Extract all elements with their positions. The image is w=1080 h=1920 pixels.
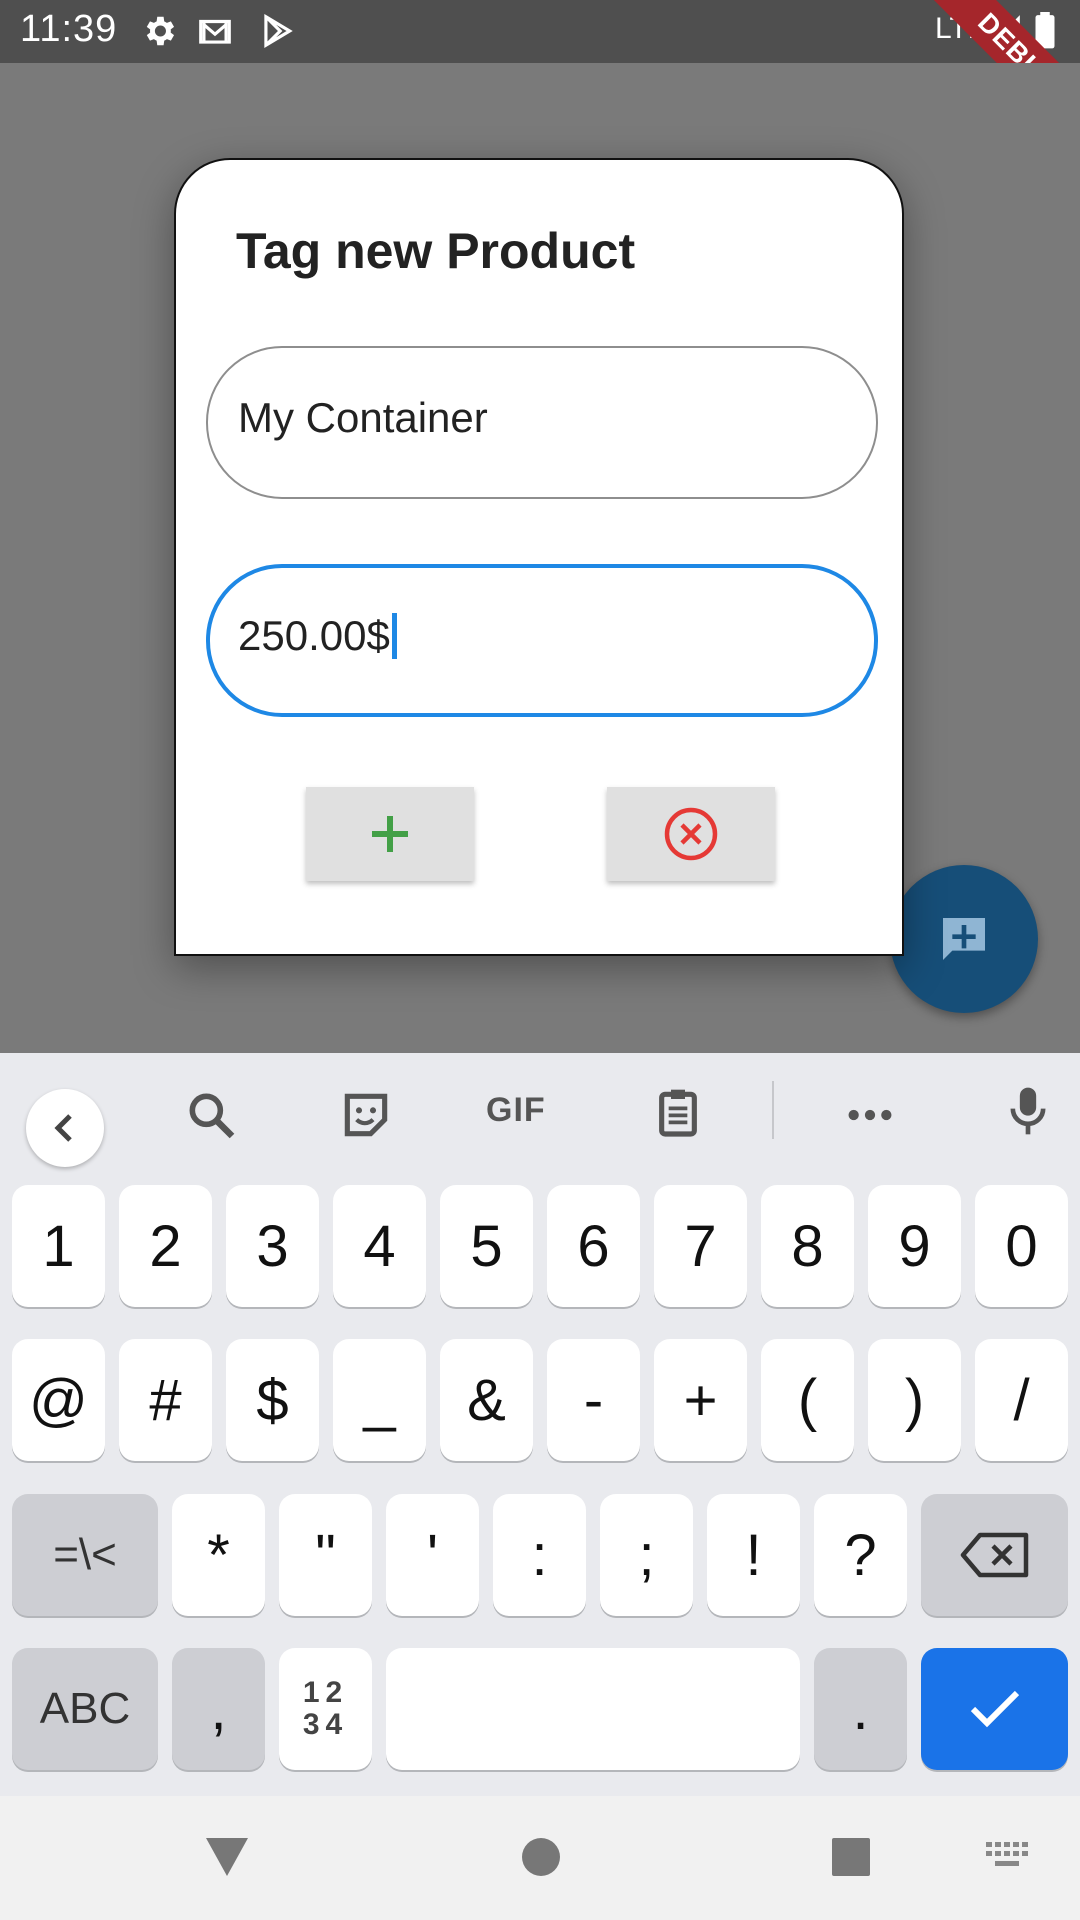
key-2[interactable]: 2	[119, 1185, 212, 1307]
status-time: 11:39	[20, 8, 118, 50]
checkmark-icon	[970, 1690, 1019, 1728]
sticker-icon[interactable]	[338, 1087, 394, 1143]
cancel-circle-icon	[664, 807, 718, 861]
keyboard-switch-icon[interactable]	[986, 1842, 1030, 1872]
key-semicolon[interactable]: ;	[600, 1494, 693, 1616]
abc-label: ABC	[39, 1684, 131, 1733]
settings-icon	[146, 16, 175, 46]
gif-button[interactable]: GIF	[486, 1091, 546, 1130]
clipboard-icon[interactable]	[650, 1085, 706, 1141]
product-name-field[interactable]: My Container	[206, 346, 878, 499]
key-6[interactable]: 6	[547, 1185, 640, 1307]
key-close-paren[interactable]: )	[868, 1339, 961, 1461]
gmail-icon	[199, 19, 231, 44]
key-dollar[interactable]: $	[226, 1339, 319, 1461]
key-3[interactable]: 3	[226, 1185, 319, 1307]
key-question[interactable]: ?	[814, 1494, 907, 1616]
key-exclamation[interactable]: !	[707, 1494, 800, 1616]
key-slash[interactable]: /	[975, 1339, 1068, 1461]
dialog-title: Tag new Product	[236, 223, 636, 279]
key-5[interactable]: 5	[440, 1185, 533, 1307]
key-backspace[interactable]	[921, 1494, 1068, 1616]
key-comma[interactable]: ,	[172, 1648, 265, 1770]
key-numpad[interactable]: 12 34	[279, 1648, 372, 1770]
product-price-field[interactable]: 250.00$	[206, 564, 878, 717]
tag-product-dialog: Tag new Product My Container 250.00$	[174, 158, 904, 956]
key-asterisk[interactable]: *	[172, 1494, 265, 1616]
key-done[interactable]	[921, 1648, 1068, 1770]
cancel-button[interactable]	[607, 787, 775, 881]
key-minus[interactable]: -	[547, 1339, 640, 1461]
key-7[interactable]: 7	[654, 1185, 747, 1307]
nav-recents-icon[interactable]	[830, 1836, 872, 1878]
play-store-icon	[264, 13, 293, 49]
key-9[interactable]: 9	[868, 1185, 961, 1307]
key-colon[interactable]: :	[493, 1494, 586, 1616]
mic-icon[interactable]	[1000, 1083, 1056, 1139]
numpad-label-top: 12	[302, 1676, 349, 1709]
key-1[interactable]: 1	[12, 1185, 105, 1307]
keyboard: GIF 1 2 3 4 5 6 7 8 9 0 @ # $ _ & - + ( …	[0, 1053, 1080, 1796]
key-ampersand[interactable]: &	[440, 1339, 533, 1461]
key-hash[interactable]: #	[119, 1339, 212, 1461]
more-symbols-label: =\<	[53, 1530, 117, 1579]
key-open-paren[interactable]: (	[761, 1339, 854, 1461]
numpad-label-bottom: 34	[302, 1708, 349, 1741]
backspace-icon	[960, 1532, 1028, 1578]
key-period[interactable]: .	[814, 1648, 907, 1770]
key-more-symbols[interactable]: =\<	[12, 1494, 158, 1616]
plus-icon	[372, 816, 408, 852]
key-double-quote[interactable]: "	[279, 1494, 372, 1616]
key-4[interactable]: 4	[333, 1185, 426, 1307]
product-price-value-wrap: 250.00$	[238, 612, 397, 660]
back-icon	[54, 1114, 72, 1142]
keyboard-toolbar: GIF	[0, 1053, 1080, 1169]
search-icon[interactable]	[183, 1087, 239, 1143]
add-button[interactable]	[306, 787, 474, 881]
toolbar-divider	[772, 1081, 774, 1139]
key-abc[interactable]: ABC	[12, 1648, 158, 1770]
product-price-value: 250.00$	[238, 612, 390, 659]
key-plus[interactable]: +	[654, 1339, 747, 1461]
add-comment-icon	[943, 918, 985, 960]
key-single-quote[interactable]: '	[386, 1494, 479, 1616]
more-icon[interactable]	[842, 1087, 898, 1143]
add-comment-fab[interactable]	[890, 865, 1038, 1013]
nav-home-icon[interactable]	[520, 1836, 562, 1878]
toolbar-back-button[interactable]	[26, 1089, 104, 1167]
key-space[interactable]	[386, 1648, 800, 1770]
navigation-bar	[0, 1796, 1080, 1920]
nav-back-icon[interactable]	[204, 1836, 250, 1878]
numpad-label: 12 34	[303, 1677, 348, 1741]
status-bar: 11:39 LTE DEBUG	[0, 0, 1080, 158]
product-name-value: My Container	[238, 394, 488, 441]
key-0[interactable]: 0	[975, 1185, 1068, 1307]
text-cursor	[391, 612, 397, 659]
key-8[interactable]: 8	[761, 1185, 854, 1307]
key-underscore[interactable]: _	[333, 1339, 426, 1461]
key-at[interactable]: @	[12, 1339, 105, 1461]
